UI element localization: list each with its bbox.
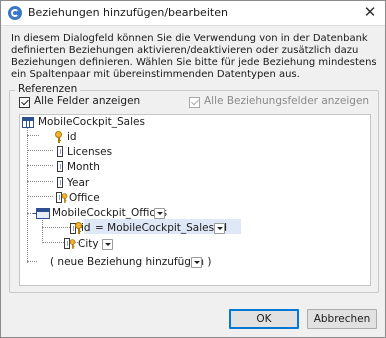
app-icon: [8, 6, 22, 20]
relation-table-name[interactable]: MobileCockpit_Offices: [52, 206, 167, 220]
relation-mapping-dropdown[interactable]: [214, 223, 225, 234]
window-title: Beziehungen hinzufügen/bearbeiten: [28, 6, 228, 19]
checkmark-icon: [21, 97, 29, 106]
show-all-relation-fields-checkbox[interactable]: [189, 97, 200, 108]
title-bar: Beziehungen hinzufügen/bearbeiten ✕: [1, 1, 385, 26]
tree-connector: [42, 218, 43, 243]
close-icon[interactable]: ✕: [355, 1, 385, 25]
column-office[interactable]: Office: [69, 191, 100, 205]
dialog-window: Beziehungen hinzufügen/bearbeiten ✕ In d…: [0, 0, 386, 338]
tree-connector: [27, 135, 39, 136]
relation-column-city[interactable]: City: [78, 237, 99, 251]
show-all-fields-label[interactable]: Alle Felder anzeigen: [34, 95, 140, 107]
relation-mapping[interactable]: = MobileCockpit_Sales.id: [95, 221, 227, 235]
root-table-name[interactable]: MobileCockpit_Sales: [38, 115, 145, 129]
checkmark-icon: [191, 97, 199, 106]
tree-connector: [27, 150, 53, 151]
tree-connector: [27, 196, 53, 197]
city-dropdown[interactable]: [102, 239, 113, 250]
tree-connector: [27, 181, 53, 182]
new-relation-dropdown[interactable]: [191, 257, 202, 268]
description-text: In diesem Dialogfeld können Sie die Verw…: [11, 33, 377, 80]
column-year[interactable]: Year: [67, 176, 89, 190]
relation-column-id[interactable]: id: [81, 221, 91, 235]
key-icon: [69, 239, 76, 249]
new-relation-item[interactable]: ( neue Beziehung hinzufügen ): [50, 255, 211, 269]
key-icon: [55, 131, 62, 143]
key-icon: [61, 193, 68, 203]
tree-connector: [27, 165, 53, 166]
relations-tree[interactable]: MobileCockpit_Sales id Licenses Month Ye…: [19, 114, 371, 286]
column-month[interactable]: Month: [67, 160, 100, 174]
column-id[interactable]: id: [67, 130, 77, 144]
cancel-button[interactable]: Abbrechen: [307, 309, 377, 329]
references-group-label: Referenzen: [15, 83, 81, 95]
tree-connector: [42, 242, 82, 243]
column-licenses[interactable]: Licenses: [67, 145, 112, 159]
column-icon: [57, 146, 63, 157]
table-icon: [22, 117, 34, 128]
relation-table-dropdown[interactable]: [154, 208, 165, 219]
column-icon: [57, 177, 63, 188]
relation-table-icon: [33, 208, 50, 219]
show-all-relation-fields-label[interactable]: Alle Beziehungsfelder anzeigen: [204, 95, 369, 107]
ok-button[interactable]: OK: [229, 309, 299, 329]
show-all-fields-checkbox[interactable]: [19, 97, 30, 108]
column-icon: [57, 161, 63, 172]
tree-connector: [27, 261, 37, 262]
